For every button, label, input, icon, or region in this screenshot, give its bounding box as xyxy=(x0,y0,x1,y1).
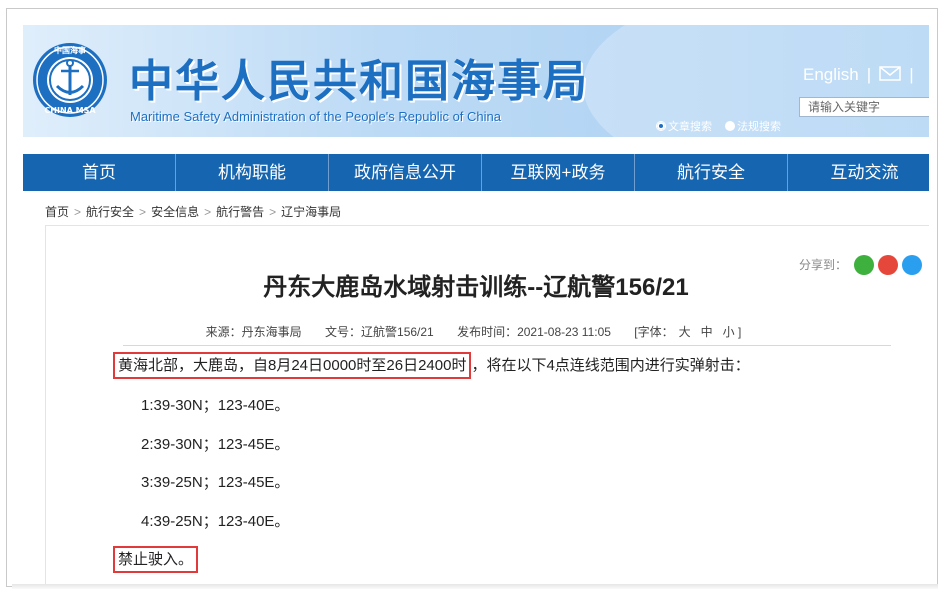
radio-article-label[interactable]: 文章搜索 xyxy=(668,121,712,133)
nav-internet-gov[interactable]: 互联网+政务 xyxy=(482,154,635,191)
font-large-button[interactable]: 大 xyxy=(679,325,691,339)
web-page: 中国海事 CHINA MSA 中华人民共和国海事局 Maritime Safet… xyxy=(23,25,929,586)
article-source: 来源：丹东海事局 xyxy=(205,325,302,339)
site-title-cn: 中华人民共和国海事局 xyxy=(129,57,589,106)
article-date: 发布时间：2021-08-23 11:05 xyxy=(457,325,611,339)
header-links: English | | xyxy=(803,65,922,85)
nav-navigation-safety[interactable]: 航行安全 xyxy=(635,154,788,191)
closing-notice: 禁止驶入。 xyxy=(113,546,199,573)
separator: | xyxy=(866,65,872,84)
breadcrumb-sep: > xyxy=(139,205,147,219)
site-header: 中国海事 CHINA MSA 中华人民共和国海事局 Maritime Safet… xyxy=(23,25,929,137)
breadcrumb: 首页 > 航行安全 > 安全信息 > 航行警告 > 辽宁海事局 xyxy=(45,203,341,220)
frame-shadow xyxy=(12,584,938,589)
breadcrumb-item[interactable]: 航行安全 xyxy=(86,205,134,219)
highlighted-text: 禁止驶入。 xyxy=(113,546,199,573)
mail-icon[interactable] xyxy=(879,66,901,81)
breadcrumb-item[interactable]: 辽宁海事局 xyxy=(281,205,341,219)
breadcrumb-sep: > xyxy=(204,205,212,219)
nav-interaction[interactable]: 互动交流 xyxy=(788,154,929,191)
font-small-button[interactable]: 小 ] xyxy=(723,325,742,339)
breadcrumb-sep: > xyxy=(74,205,82,219)
svg-text:CHINA MSA: CHINA MSA xyxy=(44,106,96,115)
breadcrumb-sep: > xyxy=(269,205,277,219)
font-size-label: [字体： xyxy=(634,325,674,339)
radio-article-search[interactable] xyxy=(656,121,666,132)
breadcrumb-item[interactable]: 航行警告 xyxy=(216,205,264,219)
msa-logo[interactable]: 中国海事 CHINA MSA xyxy=(31,41,109,119)
breadcrumb-item[interactable]: 安全信息 xyxy=(151,205,199,219)
site-title-en: Maritime Safety Administration of the Pe… xyxy=(130,109,502,124)
nav-home[interactable]: 首页 xyxy=(23,154,176,191)
svg-text:中国海事: 中国海事 xyxy=(54,45,86,55)
search-input[interactable]: 请输入关键字 xyxy=(799,97,929,117)
article-title: 丹东大鹿岛水域射击训练--辽航警156/21 xyxy=(263,274,689,301)
radio-law-search[interactable] xyxy=(725,121,736,132)
font-mid-button[interactable]: 中 xyxy=(701,325,713,339)
point-2: 2:39-30N；123-45E。 xyxy=(141,436,290,453)
article-intro: 黄海北部，大鹿岛，自8月24日0000时至26日2400时 ，将在以下4点连线范围… xyxy=(113,352,750,379)
nav-functions[interactable]: 机构职能 xyxy=(176,154,329,191)
intro-text: ，将在以下4点连线范围内进行实弹射击： xyxy=(471,357,750,374)
article-doc-no: 文号：辽航警156/21 xyxy=(325,325,434,339)
nav-gov-info[interactable]: 政府信息公开 xyxy=(329,154,482,191)
radio-law-label[interactable]: 法规搜索 xyxy=(737,121,781,133)
breadcrumb-item[interactable]: 首页 xyxy=(45,205,69,219)
english-link[interactable]: English xyxy=(803,65,859,84)
highlighted-text: 黄海北部，大鹿岛，自8月24日0000时至26日2400时 xyxy=(113,352,472,379)
divider xyxy=(123,345,891,346)
search-type-radios: 文章搜索 法规搜索 xyxy=(656,118,781,134)
article-meta: 来源：丹东海事局 文号：辽航警156/21 发布时间：2021-08-23 11… xyxy=(23,323,929,340)
font-size-controls: [字体： 大中小 ] xyxy=(634,325,746,339)
point-1: 1:39-30N；123-40E。 xyxy=(141,397,290,414)
point-3: 3:39-25N；123-45E。 xyxy=(141,474,290,491)
screenshot-frame: 中国海事 CHINA MSA 中华人民共和国海事局 Maritime Safet… xyxy=(6,8,938,587)
separator: | xyxy=(909,65,914,84)
main-nav: 首页 机构职能 政府信息公开 互联网+政务 航行安全 互动交流 xyxy=(23,154,929,191)
point-4: 4:39-25N；123-40E。 xyxy=(141,513,290,530)
